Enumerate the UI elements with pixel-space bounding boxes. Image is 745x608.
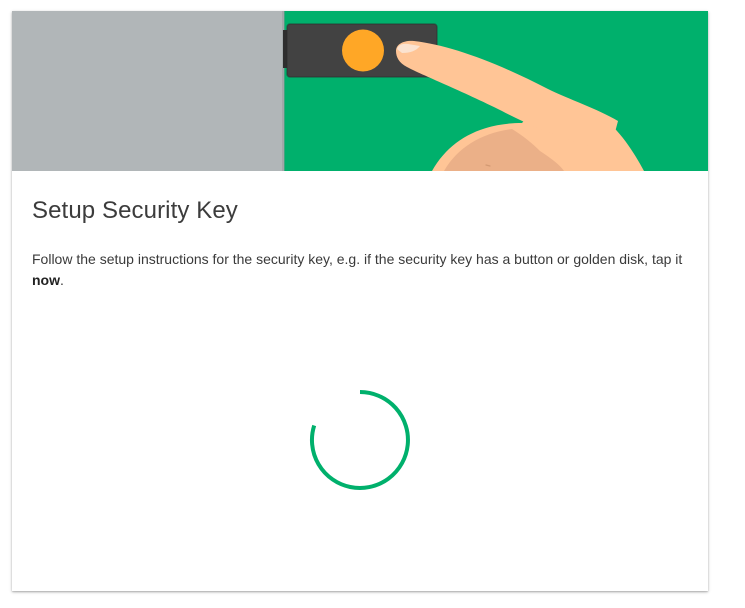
loading-spinner-icon — [309, 389, 411, 491]
page-title: Setup Security Key — [32, 197, 238, 224]
instructions-emphasis: now — [32, 272, 60, 288]
instructions-text: Follow the setup instructions for the se… — [32, 251, 683, 267]
instructions-suffix: . — [60, 272, 64, 288]
illustration-left-panel — [12, 11, 284, 171]
security-key-illustration — [12, 11, 708, 171]
golden-disk-icon — [342, 29, 384, 72]
security-key-setup-card: Setup Security Key Follow the setup inst… — [12, 11, 708, 591]
setup-instructions: Follow the setup instructions for the se… — [32, 249, 692, 291]
